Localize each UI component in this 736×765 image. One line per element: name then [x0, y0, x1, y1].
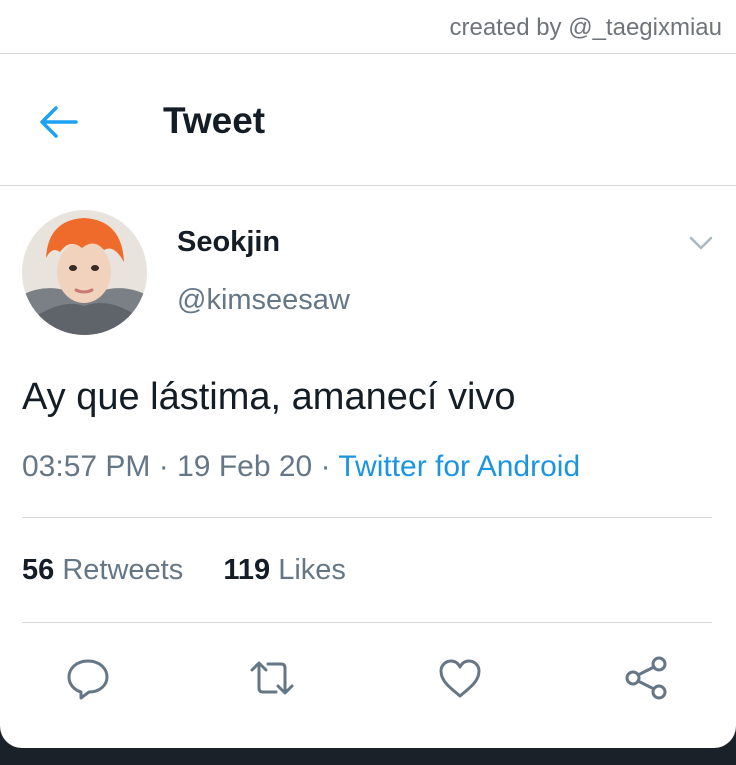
tweet-menu-button[interactable]	[688, 232, 714, 254]
retweets-count: 56	[22, 554, 55, 586]
like-button[interactable]	[436, 654, 484, 702]
watermark-credit: created by @_taegixmiau	[449, 14, 722, 41]
retweet-icon	[250, 661, 294, 695]
share-button[interactable]	[622, 654, 670, 702]
meta-divider	[22, 517, 712, 518]
top-divider	[0, 53, 736, 54]
avatar[interactable]	[22, 210, 147, 335]
tweet-meta: 03:57 PM · 19 Feb 20 · Twitter for Andro…	[22, 450, 580, 484]
share-icon	[625, 656, 667, 700]
retweet-button[interactable]	[248, 654, 296, 702]
author-name[interactable]: Seokjin	[177, 226, 280, 259]
header-divider	[0, 185, 736, 186]
author-handle[interactable]: @kimseesaw	[177, 284, 350, 317]
tweet-card: created by @_taegixmiau Tweet Seokjin @k…	[0, 0, 736, 748]
reply-button[interactable]	[64, 654, 112, 702]
meta-separator: ·	[320, 450, 331, 483]
tweet-source-link[interactable]: Twitter for Android	[338, 450, 580, 483]
meta-separator: ·	[158, 450, 169, 483]
like-icon	[439, 659, 481, 698]
stats-divider	[22, 622, 712, 623]
tweet-time: 03:57 PM	[22, 450, 151, 483]
reply-icon	[67, 659, 109, 700]
page-title: Tweet	[163, 100, 266, 141]
tweet-stats: 56 Retweets 119 Likes	[22, 554, 346, 587]
tweet-text: Ay que lástima, amanecí vivo	[22, 376, 516, 418]
likes-stat[interactable]: 119 Likes	[223, 554, 346, 586]
likes-label: Likes	[278, 554, 346, 586]
retweets-stat[interactable]: 56 Retweets	[22, 554, 183, 586]
tweet-date: 19 Feb 20	[177, 450, 313, 483]
likes-count: 119	[223, 554, 271, 586]
back-button[interactable]	[36, 100, 80, 144]
avatar-image	[22, 210, 147, 335]
chevron-down-icon	[689, 236, 713, 250]
retweets-label: Retweets	[62, 554, 184, 586]
arrow-left-icon	[40, 106, 78, 138]
